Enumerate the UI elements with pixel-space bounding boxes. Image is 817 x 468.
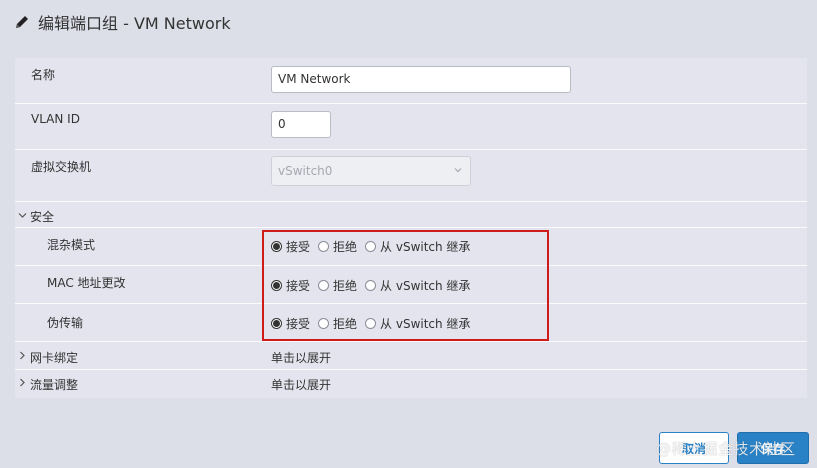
vlan-id-input[interactable]: 0 — [271, 111, 331, 138]
nic-teaming-expand-hint: 单击以展开 — [271, 351, 332, 365]
forged-transmits-label: 伪传输 — [47, 316, 84, 330]
pencil-icon — [16, 16, 28, 28]
vlan-label: VLAN ID — [31, 112, 80, 126]
vlan-row: VLAN ID 0 — [15, 104, 807, 150]
vswitch-selected-value: vSwitch0 — [278, 164, 333, 178]
vswitch-row: 虚拟交换机 vSwitch0 — [15, 150, 807, 202]
chevron-right-icon — [20, 378, 25, 387]
security-highlight-box — [262, 230, 549, 341]
chevron-right-icon — [20, 351, 25, 360]
traffic-shaping-row[interactable]: 流量调整 单击以展开 — [15, 370, 807, 398]
nic-teaming-row[interactable]: 网卡绑定 单击以展开 — [15, 342, 807, 370]
name-label: 名称 — [31, 68, 56, 82]
chevron-down-icon — [454, 168, 462, 173]
name-row: 名称 VM Network — [15, 58, 807, 104]
vswitch-label: 虚拟交换机 — [31, 160, 92, 174]
traffic-shaping-expand-hint: 单击以展开 — [271, 378, 332, 392]
chevron-down-icon — [18, 213, 27, 218]
traffic-shaping-label: 流量调整 — [30, 378, 79, 392]
promiscuous-mode-label: 混杂模式 — [47, 238, 96, 252]
port-group-form: 名称 VM Network VLAN ID 0 虚拟交换机 vSwitch0 安… — [15, 58, 807, 398]
security-section-label: 安全 — [30, 210, 55, 224]
vswitch-select[interactable]: vSwitch0 — [271, 156, 471, 186]
dialog-titlebar: 编辑端口组 - VM Network — [0, 0, 817, 44]
mac-address-changes-label: MAC 地址更改 — [47, 276, 126, 290]
security-section-header[interactable]: 安全 — [15, 202, 807, 228]
name-input[interactable]: VM Network — [271, 66, 571, 93]
nic-teaming-label: 网卡绑定 — [30, 351, 79, 365]
dialog-title: 编辑端口组 - VM Network — [38, 14, 231, 33]
watermark: @稀土掘金技术社区 — [656, 440, 796, 458]
